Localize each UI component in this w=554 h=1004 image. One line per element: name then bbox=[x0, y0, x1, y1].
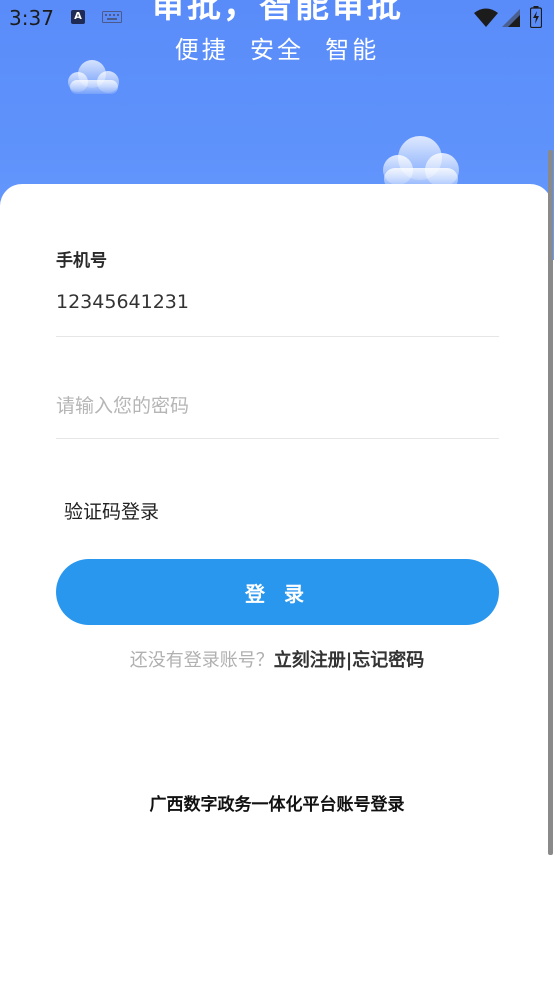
register-prompt: 还没有登录账号？ bbox=[129, 650, 274, 671]
scrollbar[interactable] bbox=[548, 150, 553, 855]
register-link[interactable]: 立刻注册 bbox=[274, 650, 346, 671]
wifi-icon bbox=[474, 8, 498, 27]
phone-label: 手机号 bbox=[56, 251, 107, 271]
status-bar: 3:37 A bbox=[0, 0, 554, 38]
login-button[interactable]: 登 录 bbox=[56, 559, 499, 625]
divider bbox=[56, 336, 499, 337]
gx-platform-login-link[interactable]: 广西数字政务一体化平台账号登录 bbox=[0, 790, 554, 815]
password-input[interactable] bbox=[56, 388, 498, 424]
battery-icon bbox=[530, 6, 542, 28]
accessibility-a-icon: A bbox=[71, 10, 85, 24]
signal-icon bbox=[502, 9, 520, 27]
cloud-icon bbox=[68, 60, 119, 94]
register-line: 还没有登录账号？立刻注册|忘记密码 bbox=[0, 646, 554, 672]
forgot-password-link[interactable]: 忘记密码 bbox=[352, 650, 424, 671]
phone-input[interactable] bbox=[56, 284, 498, 320]
status-time: 3:37 bbox=[9, 6, 54, 30]
divider bbox=[56, 438, 499, 439]
keyboard-icon bbox=[102, 11, 122, 23]
cloud-icon bbox=[383, 136, 459, 190]
sms-login-link[interactable]: 验证码登录 bbox=[64, 497, 159, 524]
